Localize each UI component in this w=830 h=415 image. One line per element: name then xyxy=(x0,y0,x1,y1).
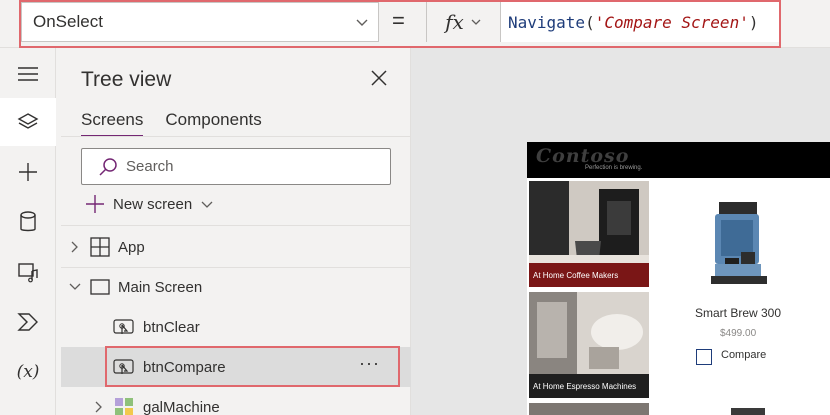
chevron-down-icon xyxy=(201,201,213,208)
coffee-maker-photo xyxy=(529,181,649,263)
variables-icon: (x) xyxy=(16,362,40,382)
new-screen-button[interactable]: New screen xyxy=(85,194,214,214)
close-icon[interactable] xyxy=(369,68,389,88)
chevron-down-icon xyxy=(471,19,481,25)
database-icon xyxy=(20,211,36,232)
app-preview: Contoso Perfection is brewing. At Home C… xyxy=(527,142,830,415)
tree-node-label: App xyxy=(118,238,145,256)
tabs-divider xyxy=(61,136,411,137)
power-automate-button[interactable] xyxy=(0,298,56,346)
fx-button[interactable]: fx xyxy=(426,2,501,42)
chevron-right-icon xyxy=(95,401,102,413)
layers-icon xyxy=(17,113,39,129)
equals-sign: = xyxy=(392,8,405,33)
power-automate-icon xyxy=(17,313,38,331)
button-control-icon xyxy=(113,319,134,334)
media-button[interactable] xyxy=(0,248,56,296)
category-tile-partial[interactable] xyxy=(529,403,649,415)
fx-icon: fx xyxy=(445,10,464,34)
tree-node-galmachine[interactable]: galMachine xyxy=(61,387,411,415)
insert-button[interactable] xyxy=(0,148,56,196)
compare-label: Compare xyxy=(721,349,767,361)
variables-button[interactable]: (x) xyxy=(0,348,56,396)
left-rail: (x) xyxy=(0,48,56,415)
contoso-logo: Contoso xyxy=(536,145,630,167)
formula-open-paren: ( xyxy=(585,12,595,32)
tagline: Perfection is brewing. xyxy=(585,165,643,171)
property-value: OnSelect xyxy=(33,12,103,31)
screen-icon xyxy=(90,279,110,295)
smart-brew-product-image xyxy=(711,202,767,284)
plus-icon xyxy=(19,163,37,181)
chevron-right-icon xyxy=(71,241,78,253)
tree-node-label: Main Screen xyxy=(118,278,203,296)
espresso-machine-photo xyxy=(529,292,649,374)
tab-components[interactable]: Components xyxy=(165,110,261,137)
gallery-icon xyxy=(115,398,133,415)
design-canvas[interactable]: Contoso Perfection is brewing. At Home C… xyxy=(411,48,830,415)
selection-highlight-outline xyxy=(105,346,400,387)
tree-tabs: Screens Components xyxy=(81,110,262,137)
tree-node-label: btnClear xyxy=(143,318,200,336)
search-input[interactable]: Search xyxy=(81,148,391,185)
formula-function: Navigate xyxy=(508,12,586,32)
tree-node-btnclear[interactable]: btnClear xyxy=(61,307,411,347)
tree-node-main-screen[interactable]: Main Screen xyxy=(61,267,411,307)
category-tile-coffee-makers[interactable]: At Home Coffee Makers xyxy=(529,181,649,287)
row-divider xyxy=(61,225,411,226)
hamburger-icon xyxy=(18,67,38,81)
tile-caption: At Home Coffee Makers xyxy=(529,263,649,287)
tree-node-label: galMachine xyxy=(143,398,220,415)
power-apps-studio: OnSelect = fx Navigate('Compare Screen') xyxy=(0,0,830,415)
next-product-image xyxy=(731,408,765,415)
category-tile-espresso-machines[interactable]: At Home Espresso Machines xyxy=(529,292,649,398)
tree-node-app[interactable]: App xyxy=(61,227,411,267)
product-price: $499.00 xyxy=(720,328,757,339)
tree-view-panel: Tree view Screens Components Search New … xyxy=(61,48,411,415)
chevron-down-icon xyxy=(356,19,368,26)
data-button[interactable] xyxy=(0,198,56,246)
app-header: Contoso Perfection is brewing. xyxy=(527,142,830,178)
category-photo xyxy=(529,403,649,415)
tree-view-title: Tree view xyxy=(81,68,172,91)
hamburger-menu-button[interactable] xyxy=(0,50,56,98)
plus-icon xyxy=(86,195,104,213)
tile-caption: At Home Espresso Machines xyxy=(529,374,649,398)
tree-view-button[interactable] xyxy=(0,98,56,146)
search-placeholder: Search xyxy=(126,158,174,175)
formula-close-paren: ) xyxy=(748,12,759,32)
product-name: Smart Brew 300 xyxy=(695,306,782,320)
formula-argument: 'Compare Screen' xyxy=(594,12,749,32)
search-icon xyxy=(99,158,117,176)
tab-screens[interactable]: Screens xyxy=(81,110,144,137)
app-icon xyxy=(90,237,110,257)
chevron-down-icon xyxy=(69,283,81,290)
formula-input[interactable]: Navigate('Compare Screen') xyxy=(501,2,779,42)
formula-bar: OnSelect = fx Navigate('Compare Screen') xyxy=(0,0,830,48)
new-screen-label: New screen xyxy=(113,195,193,213)
compare-checkbox[interactable] xyxy=(696,349,712,365)
media-icon xyxy=(18,263,38,283)
property-dropdown[interactable]: OnSelect xyxy=(21,2,379,42)
